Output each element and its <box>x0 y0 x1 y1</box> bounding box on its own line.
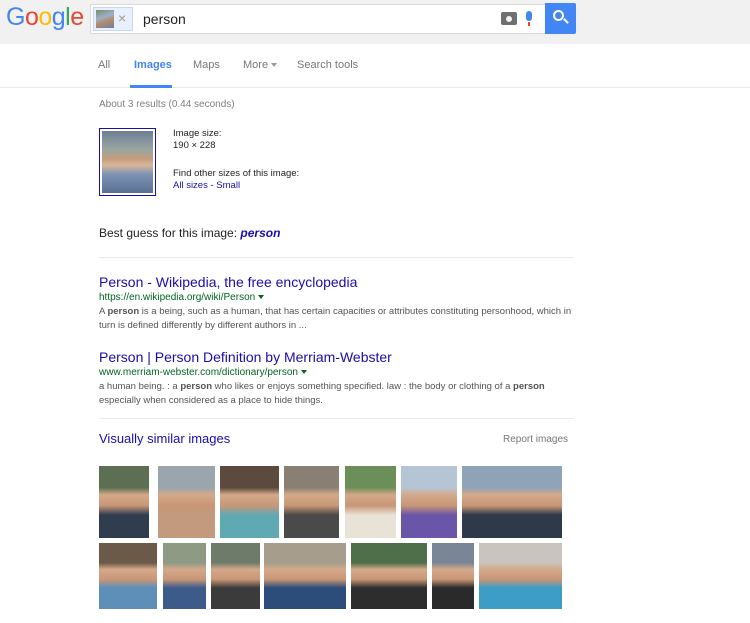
report-images-link[interactable]: Report images <box>503 434 568 445</box>
chevron-down-icon <box>271 63 278 68</box>
tab-images[interactable]: Images <box>134 59 172 71</box>
similar-image-thumbnail[interactable] <box>211 543 260 609</box>
similar-image-thumbnail[interactable] <box>432 543 474 609</box>
tab-more[interactable]: More <box>243 59 278 71</box>
similar-image-thumbnail[interactable] <box>220 466 279 538</box>
search-input[interactable]: person <box>143 11 186 27</box>
similar-image-thumbnail[interactable] <box>462 466 562 538</box>
tab-bar: All Images Maps More Search tools <box>0 44 750 88</box>
image-size-value: 190 × 228 <box>173 140 216 151</box>
image-info: Image size: 190 × 228 Find other sizes o… <box>173 128 299 192</box>
result-snippet: A person is a being, such as a human, th… <box>99 306 572 331</box>
search-result: Person | Person Definition by Merriam-We… <box>99 349 574 408</box>
header-bar: Google × person <box>0 0 750 44</box>
query-image-thumbnail <box>96 10 114 28</box>
best-guess-link[interactable]: person <box>240 226 280 240</box>
search-box[interactable]: × person <box>90 4 545 34</box>
tab-more-label: More <box>243 59 269 71</box>
similar-image-thumbnail[interactable] <box>158 466 215 538</box>
query-image[interactable] <box>99 128 156 196</box>
search-button[interactable] <box>545 3 576 34</box>
result-title-link[interactable]: Person | Person Definition by Merriam-We… <box>99 349 574 366</box>
result-stats: About 3 results (0.44 seconds) <box>99 99 235 110</box>
query-image-chip[interactable]: × <box>93 7 133 31</box>
image-size-label: Image size: <box>173 128 222 139</box>
other-sizes-label: Find other sizes of this image: <box>173 168 300 179</box>
result-url: https://en.wikipedia.org/wiki/Person <box>99 291 574 305</box>
camera-icon[interactable] <box>501 12 517 25</box>
similar-image-thumbnail[interactable] <box>99 543 157 609</box>
similar-image-thumbnail[interactable] <box>401 466 457 538</box>
search-result: Person - Wikipedia, the free encyclopedi… <box>99 274 574 333</box>
result-url: www.merriam-webster.com/dictionary/perso… <box>99 366 574 380</box>
query-image-photo <box>102 131 153 193</box>
active-tab-indicator <box>130 85 172 88</box>
divider <box>99 418 574 419</box>
google-logo[interactable]: Google <box>6 3 84 32</box>
divider <box>99 257 574 258</box>
tab-search-tools[interactable]: Search tools <box>297 59 358 71</box>
tab-maps[interactable]: Maps <box>193 59 220 71</box>
similar-image-thumbnail[interactable] <box>284 466 339 538</box>
remove-image-icon[interactable]: × <box>118 10 126 26</box>
similar-image-thumbnail[interactable] <box>345 466 396 538</box>
result-snippet: a human being. : a person who likes or e… <box>99 381 545 406</box>
result-url-text: www.merriam-webster.com/dictionary/perso… <box>99 367 298 378</box>
visually-similar-heading[interactable]: Visually similar images <box>99 431 230 446</box>
similar-image-thumbnail[interactable] <box>479 543 562 609</box>
best-guess-label: Best guess for this image: <box>99 226 238 240</box>
microphone-icon[interactable] <box>525 11 533 26</box>
result-url-text: https://en.wikipedia.org/wiki/Person <box>99 292 256 303</box>
small-size-link[interactable]: Small <box>216 180 240 191</box>
similar-image-thumbnail[interactable] <box>163 543 206 609</box>
similar-image-thumbnail[interactable] <box>264 543 346 609</box>
best-guess: Best guess for this image: person <box>99 226 280 240</box>
url-menu-caret-icon[interactable] <box>300 370 307 375</box>
similar-image-thumbnail[interactable] <box>99 466 149 538</box>
url-menu-caret-icon[interactable] <box>258 295 265 300</box>
result-title-link[interactable]: Person - Wikipedia, the free encyclopedi… <box>99 274 574 291</box>
similar-image-thumbnail[interactable] <box>351 543 427 609</box>
all-sizes-link[interactable]: All sizes <box>173 180 208 191</box>
tab-all[interactable]: All <box>98 59 110 71</box>
